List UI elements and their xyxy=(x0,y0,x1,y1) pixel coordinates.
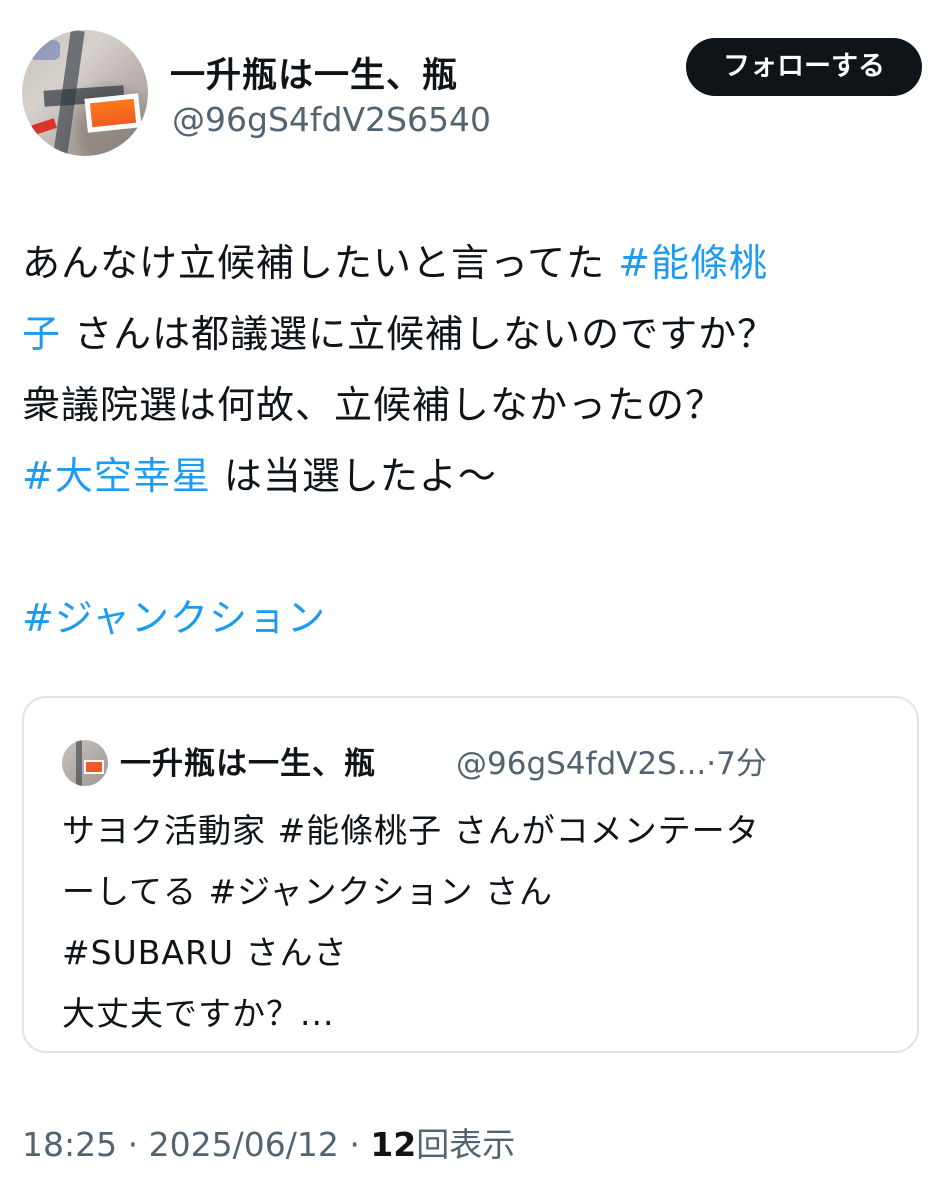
quoted-tweet[interactable]: 一升瓶は一生、瓶 @96gS4fdV2S...·7分 サヨク活動家 #能條桃子 … xyxy=(22,696,919,1053)
tweet-line: #ジャンクション xyxy=(22,583,912,654)
avatar-art xyxy=(84,93,142,133)
avatar-art xyxy=(76,740,82,786)
tweet-line: #大空幸星 は当選したよ〜 xyxy=(22,441,912,512)
quoted-handle: @96gS4fdV2S... xyxy=(456,746,707,782)
user-handle[interactable]: @96gS4fdV2S6540 xyxy=(172,100,491,139)
avatar-art xyxy=(30,40,60,60)
tweet-text-segment: は当選したよ〜 xyxy=(210,454,497,498)
view-count: 12 xyxy=(370,1125,417,1164)
avatar[interactable] xyxy=(22,30,148,156)
quoted-text: サヨク活動家 #能條桃子 さんがコメンテータ ーしてる #ジャンクション さん … xyxy=(62,800,760,1044)
quoted-time: 7分 xyxy=(716,746,767,782)
tweet-text-segment: 衆議院選は何故、立候補しなかったの？ xyxy=(22,383,725,427)
tweet-line: あんなけ立候補したいと言ってた #能條桃 xyxy=(22,228,912,299)
hashtag-link[interactable]: #大空幸星 xyxy=(22,454,211,498)
tweet-time[interactable]: 18:25 xyxy=(22,1125,117,1164)
views-label: 回表示 xyxy=(416,1125,516,1164)
avatar-art xyxy=(29,118,57,136)
quoted-avatar xyxy=(62,740,108,786)
hashtag-link[interactable]: #ジャンクション xyxy=(22,596,326,640)
hashtag-link[interactable]: 子 xyxy=(22,312,61,356)
tweet-line: 子 さんは都議選に立候補しないのですか？ xyxy=(22,299,912,370)
separator: · xyxy=(706,746,717,782)
display-name[interactable]: 一升瓶は一生、瓶 xyxy=(170,47,458,98)
quoted-line: #SUBARU さんさ xyxy=(62,933,348,972)
quoted-line: 大丈夫ですか？... xyxy=(62,994,335,1033)
tweet-date[interactable]: 2025/06/12 xyxy=(149,1125,339,1164)
quoted-line: ーしてる #ジャンクション さん xyxy=(62,872,553,911)
quoted-meta: @96gS4fdV2S...·7分 xyxy=(456,738,767,783)
quoted-line: サヨク活動家 #能條桃子 さんがコメンテータ xyxy=(62,811,760,850)
separator: · xyxy=(349,1125,360,1164)
hashtag-link[interactable]: #能條桃 xyxy=(618,241,768,285)
tweet-footer: 18:25 · 2025/06/12 · 12回表示 xyxy=(22,1118,515,1166)
tweet-header: 一升瓶は一生、瓶 @96gS4fdV2S6540 フォローする xyxy=(22,22,922,162)
separator: · xyxy=(127,1125,139,1164)
avatar-art xyxy=(84,760,104,774)
tweet-text-segment: さんは都議選に立候補しないのですか？ xyxy=(61,312,777,356)
tweet-line: 衆議院選は何故、立候補しなかったの？ xyxy=(22,370,912,441)
quoted-display-name: 一升瓶は一生、瓶 xyxy=(120,746,376,782)
tweet-text-segment: あんなけ立候補したいと言ってた xyxy=(22,241,619,285)
follow-button[interactable]: フォローする xyxy=(686,38,922,96)
tweet-text: あんなけ立候補したいと言ってた #能條桃 子 さんは都議選に立候補しないのですか… xyxy=(22,228,912,654)
